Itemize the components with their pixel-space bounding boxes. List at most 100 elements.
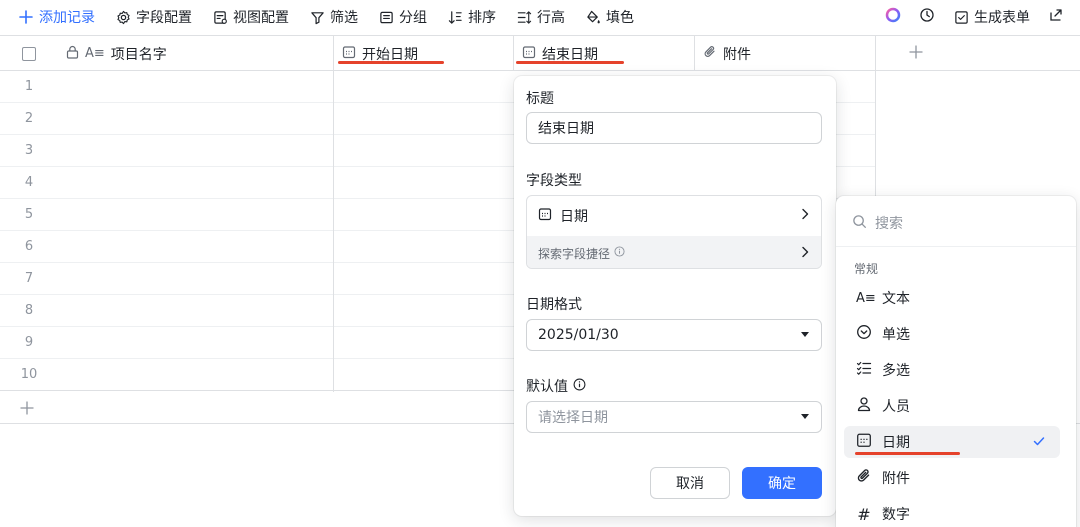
multi-select-icon <box>856 360 872 380</box>
type-option-label: 单选 <box>882 327 910 343</box>
group-button[interactable]: 分组 <box>378 7 427 27</box>
view-config-icon <box>212 9 228 25</box>
select-all-checkbox[interactable] <box>0 36 58 71</box>
history-icon[interactable] <box>919 7 935 27</box>
field-config-button[interactable]: 字段配置 <box>115 7 192 27</box>
sort-label: 排序 <box>468 10 496 26</box>
field-config-panel: 标题 结束日期 字段类型 日期 探索字段捷径 日期格式 2025/01/30 默… <box>514 76 836 516</box>
toolbar: 添加记录 字段配置 视图配置 筛选 分组 排序 行高 填色 生成表单 <box>0 0 1080 34</box>
row-number: 1 <box>24 79 34 94</box>
default-value-label: 默认值 <box>526 379 568 395</box>
field-type-label: 字段类型 <box>526 173 582 189</box>
paperclip-icon <box>703 45 717 63</box>
type-option-label: 人员 <box>882 399 910 415</box>
toolbar-right: 生成表单 <box>885 0 1064 34</box>
field-config-label: 字段配置 <box>136 10 192 26</box>
confirm-button[interactable]: 确定 <box>742 467 822 499</box>
type-option-label: 多选 <box>882 363 910 379</box>
title-input[interactable]: 结束日期 <box>526 112 822 144</box>
type-option-multi-select[interactable]: 多选 <box>844 354 1060 386</box>
type-option-text[interactable]: A≡ 文本 <box>844 282 1060 314</box>
field-type-value: 日期 <box>560 209 588 225</box>
type-option-number[interactable]: # 数字 <box>844 498 1060 527</box>
cancel-button[interactable]: 取消 <box>650 467 730 499</box>
title-label: 标题 <box>526 91 554 107</box>
filter-icon <box>309 9 325 25</box>
text-field-icon: A≡ <box>85 46 105 61</box>
share-icon[interactable] <box>1048 7 1064 27</box>
view-config-label: 视图配置 <box>233 10 289 26</box>
add-column-button[interactable] <box>876 36 956 71</box>
group-label-general: 常规 <box>854 262 879 276</box>
field-type-selector: 日期 探索字段捷径 <box>526 195 822 269</box>
caret-down-icon <box>801 332 809 337</box>
fill-color-button[interactable]: 填色 <box>585 7 634 27</box>
chevron-right-icon <box>801 208 809 224</box>
chevron-right-icon <box>801 246 809 261</box>
text-icon: A≡ <box>856 290 876 306</box>
caret-down-icon <box>801 414 809 419</box>
column-header-end-date[interactable]: 结束日期 <box>514 36 695 71</box>
single-select-icon <box>856 324 872 344</box>
row-number: 2 <box>24 111 34 126</box>
date-format-value: 2025/01/30 <box>538 327 619 343</box>
row-number: 5 <box>24 207 34 222</box>
column-divider <box>333 71 334 392</box>
date-format-label: 日期格式 <box>526 297 582 313</box>
generate-form-button[interactable]: 生成表单 <box>953 7 1030 27</box>
info-icon <box>573 378 586 395</box>
group-label: 分组 <box>399 10 427 26</box>
sort-button[interactable]: 排序 <box>447 7 496 27</box>
divider <box>836 246 1076 247</box>
row-number: 10 <box>20 367 38 382</box>
group-icon <box>378 9 394 25</box>
plus-icon <box>18 9 34 25</box>
sort-icon <box>447 9 463 25</box>
type-option-person[interactable]: 人员 <box>844 390 1060 422</box>
field-type-dropdown[interactable]: 日期 <box>527 196 821 236</box>
date-format-select[interactable]: 2025/01/30 <box>526 319 822 351</box>
plus-icon <box>909 44 923 63</box>
view-config-button[interactable]: 视图配置 <box>212 7 289 27</box>
row-number: 6 <box>24 239 34 254</box>
ai-assistant-icon[interactable] <box>885 7 901 27</box>
form-check-icon <box>953 9 969 25</box>
add-record-label: 添加记录 <box>39 10 95 26</box>
type-option-label: 数字 <box>882 507 910 523</box>
filter-label: 筛选 <box>330 10 358 26</box>
default-value-placeholder: 请选择日期 <box>538 410 608 426</box>
row-height-label: 行高 <box>537 10 565 26</box>
column-header-name[interactable]: A≡ 项目名字 <box>58 36 334 71</box>
column-header-attachment[interactable]: 附件 <box>695 36 876 71</box>
default-value-select[interactable]: 请选择日期 <box>526 401 822 433</box>
add-record-button[interactable]: 添加记录 <box>18 7 95 27</box>
column-header-start-date[interactable]: 开始日期 <box>334 36 514 71</box>
search-icon <box>852 214 867 233</box>
type-option-label: 文本 <box>882 291 910 307</box>
search-placeholder: 搜索 <box>875 216 903 232</box>
type-option-attachment[interactable]: 附件 <box>844 462 1060 494</box>
lock-icon <box>66 45 79 63</box>
default-value-heading: 默认值 <box>526 376 586 396</box>
explore-shortcut-row[interactable]: 探索字段捷径 <box>527 236 821 268</box>
paint-bucket-icon <box>585 9 601 25</box>
type-option-label: 附件 <box>882 471 910 487</box>
type-option-label: 日期 <box>882 435 910 451</box>
row-number: 8 <box>24 303 34 318</box>
explore-shortcut-label: 探索字段捷径 <box>538 246 611 261</box>
highlight-underline <box>338 61 444 64</box>
date-icon <box>522 45 536 63</box>
row-height-button[interactable]: 行高 <box>516 7 565 27</box>
gear-icon <box>115 9 131 25</box>
attachment-icon <box>856 468 872 488</box>
filter-button[interactable]: 筛选 <box>309 7 358 27</box>
checkmark-icon <box>1032 434 1046 452</box>
plus-icon <box>20 401 34 419</box>
type-option-single-select[interactable]: 单选 <box>844 318 1060 350</box>
person-icon <box>856 396 872 416</box>
date-icon <box>856 432 872 452</box>
type-search-input[interactable]: 搜索 <box>852 213 903 233</box>
field-type-menu: 搜索 常规 A≡ 文本 单选 多选 人员 日期 附件 # 数字 <box>836 196 1076 527</box>
column-name-label: 项目名字 <box>110 46 167 63</box>
row-height-icon <box>516 9 532 25</box>
